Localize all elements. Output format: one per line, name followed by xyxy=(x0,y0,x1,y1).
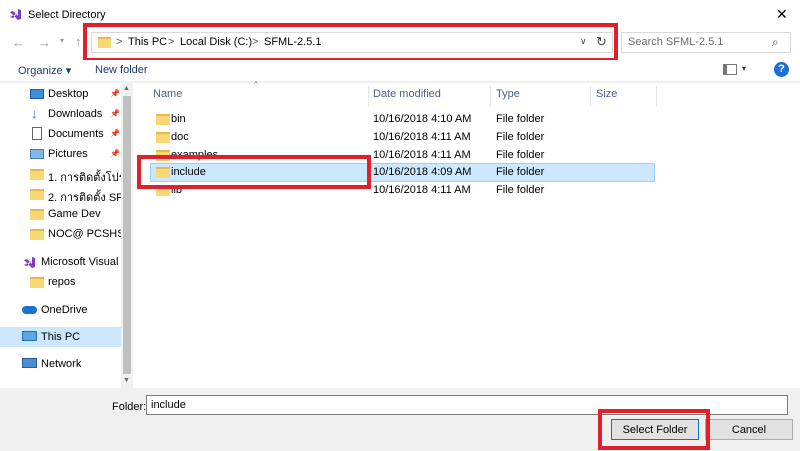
file-type: File folder xyxy=(496,113,545,125)
nav-item-label: Documents xyxy=(48,128,104,140)
file-type: File folder xyxy=(496,184,545,196)
nav-item-visual-studio[interactable]: Microsoft Visual S xyxy=(0,252,121,272)
chevron-down-icon[interactable]: ▾ xyxy=(742,64,746,73)
column-header-size[interactable]: Size xyxy=(596,88,617,100)
window-title: Select Directory xyxy=(28,9,106,21)
folder-icon xyxy=(30,229,44,240)
pin-icon: 📌 xyxy=(110,89,120,98)
nav-item-label: Game Dev xyxy=(48,208,101,220)
file-name: doc xyxy=(171,131,189,143)
nav-item-repos[interactable]: repos xyxy=(0,272,121,292)
folder-icon xyxy=(30,277,44,288)
forward-arrow-icon[interactable]: → xyxy=(38,35,51,50)
nav-item-downloads[interactable]: ↓ Downloads 📌 xyxy=(0,104,121,124)
desktop-icon xyxy=(30,89,44,99)
nav-item-onedrive[interactable]: OneDrive xyxy=(0,300,121,320)
view-options-icon[interactable] xyxy=(723,64,737,75)
visual-studio-icon xyxy=(10,9,21,20)
nav-item-label: OneDrive xyxy=(41,304,88,316)
file-type: File folder xyxy=(496,166,545,178)
help-icon[interactable]: ? xyxy=(774,62,789,77)
nav-item-folder-2[interactable]: 2. การติดตั้ง SFML xyxy=(0,184,121,204)
nav-item-label: Downloads xyxy=(48,108,103,120)
scroll-down-icon[interactable]: ▼ xyxy=(123,377,130,384)
nav-item-label: Pictures xyxy=(48,148,88,160)
file-date: 10/16/2018 4:11 AM xyxy=(373,184,471,196)
back-arrow-icon[interactable]: ← xyxy=(12,35,25,50)
navigation-pane: Desktop 📌 ↓ Downloads 📌 Documents 📌 Pict… xyxy=(0,83,121,388)
pin-icon: 📌 xyxy=(110,109,120,118)
nav-item-label: This PC xyxy=(41,331,81,343)
column-header-type[interactable]: Type xyxy=(496,88,520,100)
search-icon[interactable]: ⌕ xyxy=(772,35,779,50)
search-input[interactable]: Search SFML-2.5.1 ⌕ xyxy=(621,32,791,53)
folder-icon xyxy=(30,169,44,180)
file-date: 10/16/2018 4:11 AM xyxy=(373,131,471,143)
nav-item-noc[interactable]: NOC@ PCSHS P xyxy=(0,224,121,244)
highlight-box-include xyxy=(137,155,371,189)
file-date: 10/16/2018 4:11 AM xyxy=(373,149,471,161)
nav-item-network[interactable]: Network xyxy=(0,354,121,374)
nav-item-pictures[interactable]: Pictures 📌 xyxy=(0,144,121,164)
column-divider[interactable] xyxy=(368,86,369,106)
nav-item-label: 1. การติดตั้งโปรแกร xyxy=(48,172,121,184)
nav-item-desktop[interactable]: Desktop 📌 xyxy=(0,84,121,104)
this-pc-icon xyxy=(22,331,37,341)
search-placeholder: Search SFML-2.5.1 xyxy=(628,36,724,48)
sort-indicator-icon: ^ xyxy=(254,80,258,89)
nav-item-label: Microsoft Visual S xyxy=(41,256,121,268)
file-row-doc[interactable]: doc 10/16/2018 4:11 AM File folder xyxy=(150,128,655,147)
column-divider[interactable] xyxy=(656,86,657,106)
nav-item-label: 2. การติดตั้ง SFML xyxy=(48,192,121,204)
folder-icon xyxy=(156,114,170,125)
cancel-button[interactable]: Cancel xyxy=(705,419,793,440)
nav-item-folder-1[interactable]: 1. การติดตั้งโปรแกร xyxy=(0,164,121,184)
nav-item-label: repos xyxy=(48,276,76,288)
up-arrow-icon[interactable]: ↑ xyxy=(75,34,82,49)
documents-icon xyxy=(32,127,42,140)
organize-button[interactable]: Organize ▾ xyxy=(18,64,71,77)
highlight-box-address xyxy=(83,23,618,62)
folder-icon xyxy=(30,189,44,200)
pictures-icon xyxy=(30,149,44,159)
download-icon: ↓ xyxy=(31,106,38,121)
pin-icon: 📌 xyxy=(110,149,120,158)
visual-studio-icon xyxy=(24,257,35,268)
nav-item-label: Network xyxy=(41,358,82,370)
nav-item-documents[interactable]: Documents 📌 xyxy=(0,124,121,144)
file-date: 10/16/2018 4:09 AM xyxy=(373,166,472,178)
scroll-up-icon[interactable]: ▲ xyxy=(123,85,130,92)
column-header-date[interactable]: Date modified xyxy=(373,88,441,100)
folder-icon xyxy=(30,209,44,220)
select-directory-dialog: Select Directory ✕ ← → ▾ ↑ > This PC > L… xyxy=(0,0,800,451)
file-type: File folder xyxy=(496,149,545,161)
column-divider[interactable] xyxy=(590,86,591,106)
nav-item-this-pc[interactable]: This PC xyxy=(0,327,121,347)
file-type: File folder xyxy=(496,131,545,143)
column-divider[interactable] xyxy=(490,86,491,106)
folder-icon xyxy=(156,132,170,143)
recent-locations-icon[interactable]: ▾ xyxy=(60,36,64,45)
file-row-bin[interactable]: bin 10/16/2018 4:10 AM File folder xyxy=(150,110,655,129)
pin-icon: 📌 xyxy=(110,129,120,138)
nav-item-game-dev[interactable]: Game Dev xyxy=(0,204,121,224)
nav-item-label: Desktop xyxy=(48,88,89,100)
highlight-box-select-folder xyxy=(598,409,710,450)
new-folder-button[interactable]: New folder xyxy=(95,64,148,76)
file-name: bin xyxy=(171,113,186,125)
scrollbar-thumb[interactable] xyxy=(123,96,131,374)
close-button[interactable]: ✕ xyxy=(776,6,788,23)
network-icon xyxy=(22,358,37,368)
onedrive-icon xyxy=(22,306,37,314)
file-date: 10/16/2018 4:10 AM xyxy=(373,113,472,125)
nav-item-label: NOC@ PCSHS P xyxy=(48,228,121,240)
folder-label: Folder: xyxy=(112,401,147,413)
column-header-name[interactable]: Name xyxy=(153,88,182,100)
